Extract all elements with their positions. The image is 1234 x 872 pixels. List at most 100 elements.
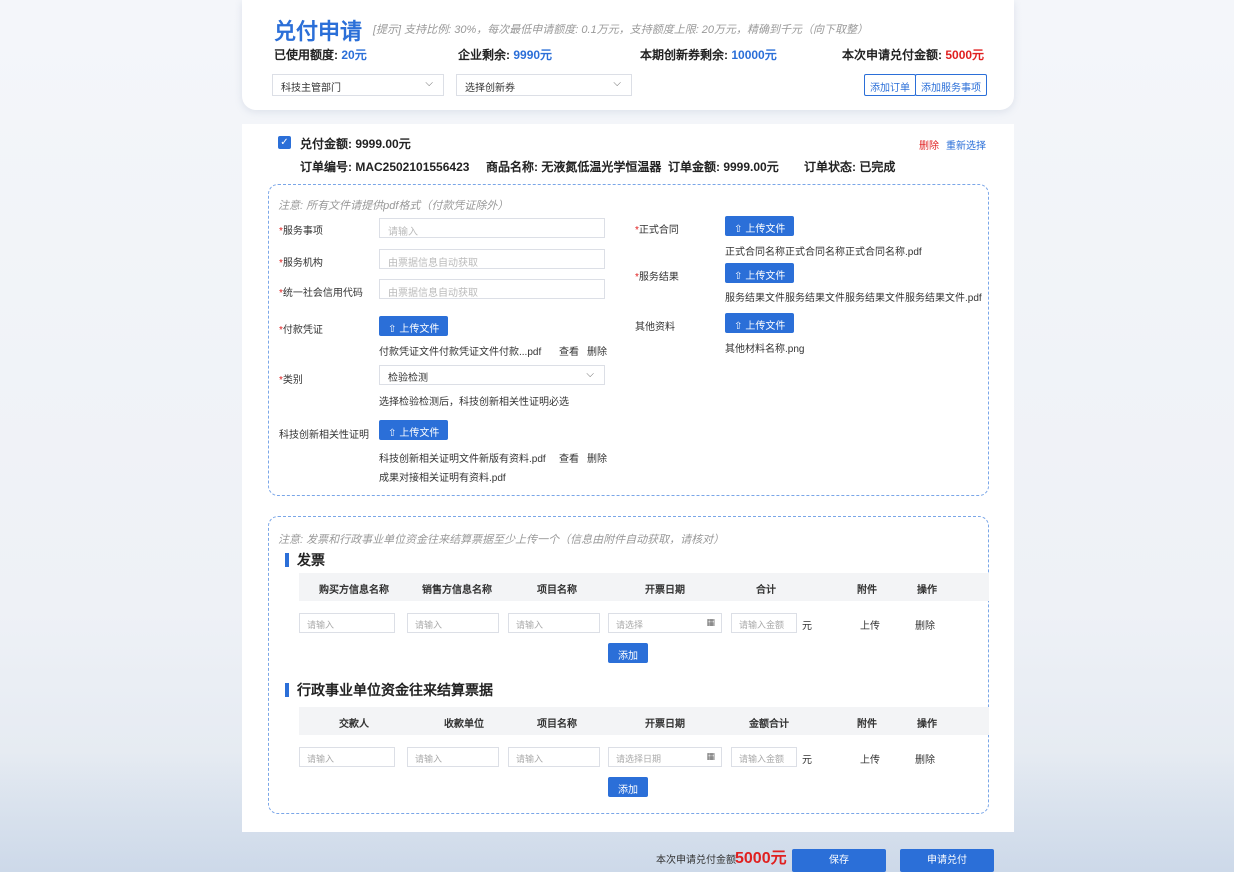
col-action: 操作	[917, 585, 937, 596]
credit-code-input[interactable]: 由票据信息自动获取	[379, 279, 605, 299]
enterprise-remain-label: 企业剩余:	[458, 48, 510, 62]
col-seller: 销售方信息名称	[422, 585, 492, 596]
col-project: 项目名称	[537, 719, 577, 730]
category-select[interactable]: 检验检测 ⌵	[379, 365, 605, 385]
payment-upload-button[interactable]: ⇧ 上传文件	[379, 316, 449, 336]
voucher-select-value: 选择创新券	[465, 83, 515, 94]
voucher-select[interactable]: 选择创新券 ⌵	[456, 74, 632, 96]
date-picker-placeholder: 请选择日期	[616, 754, 662, 764]
submit-payout-button[interactable]: 申请兑付	[900, 849, 994, 872]
invoice-delete-link[interactable]: 删除	[915, 617, 935, 632]
period-remain-value: 10000元	[731, 48, 777, 62]
category-tip: 选择检验检测后，科技创新相关性证明必选	[379, 397, 569, 408]
other-docs-label: 其他资料	[635, 322, 675, 333]
col-payer: 交款人	[339, 719, 369, 730]
col-action: 操作	[917, 719, 937, 730]
service-org-input[interactable]: 由票据信息自动获取	[379, 249, 605, 269]
upload-icon: ⇧	[388, 324, 397, 335]
innovation-delete-link[interactable]: 删除	[587, 450, 607, 465]
footer-bar: 本次申请兑付金额 5000元 保存 申请兑付	[0, 836, 1234, 872]
col-total: 合计	[756, 585, 776, 596]
col-payee: 收款单位	[444, 719, 484, 730]
used-quota-label: 已使用额度:	[274, 48, 338, 62]
reselect-order-link[interactable]: 重新选择	[946, 137, 986, 152]
dept-select[interactable]: 科技主管部门 ⌵	[272, 74, 444, 96]
period-remain-label: 本期创新券剩余:	[640, 48, 728, 62]
innovation-view-link[interactable]: 查看	[559, 450, 579, 465]
order-amount: 订单金额: 9999.00元	[668, 160, 779, 174]
contract-label: *正式合同	[635, 225, 679, 236]
category-label: *类别	[279, 375, 303, 386]
invoice-table-header: 购买方信息名称 销售方信息名称 项目名称 开票日期 合计 附件 操作	[299, 573, 989, 601]
innovation-proof-label: 科技创新相关性证明	[279, 430, 369, 441]
quota-hint: [提示] 支持比例: 30%，每次最低申请额度: 0.1万元，支持额度上限: 2…	[373, 24, 869, 36]
chevron-down-icon: ⌵	[613, 78, 621, 89]
innovation-upload-button[interactable]: ⇧ 上传文件	[379, 420, 449, 440]
col-date: 开票日期	[645, 719, 685, 730]
page-container: 兑付申请 [提示] 支持比例: 30%，每次最低申请额度: 0.1万元，支持额度…	[242, 0, 1014, 872]
invoice-add-button[interactable]: 添加	[608, 643, 648, 663]
order-status: 订单状态: 已完成	[804, 160, 896, 174]
seller-input[interactable]: 请输入	[407, 613, 499, 633]
product-name: 商品名称: 无液氮低温光学恒温器	[486, 160, 662, 174]
period-remain: 本期创新券剩余: 10000元	[640, 46, 777, 63]
result-upload-button[interactable]: ⇧ 上传文件	[725, 263, 795, 283]
service-item-input[interactable]: 请输入	[379, 218, 605, 238]
buyer-input[interactable]: 请输入	[299, 613, 395, 633]
summary-card: 兑付申请 [提示] 支持比例: 30%，每次最低申请额度: 0.1万元，支持额度…	[242, 0, 1014, 110]
checkbox-checked-icon[interactable]: ✓	[278, 136, 291, 149]
invoice-title: 发票	[285, 553, 325, 567]
payment-delete-link[interactable]: 删除	[587, 343, 607, 358]
credit-code-label: *统一社会信用代码	[279, 288, 363, 299]
date-picker[interactable]: 请选择 ▦	[608, 613, 722, 633]
upload-icon: ⇧	[734, 271, 743, 282]
total-input[interactable]: 请输入金额	[731, 613, 797, 633]
used-quota: 已使用额度: 20元	[274, 46, 367, 63]
payment-view-link[interactable]: 查看	[559, 343, 579, 358]
calendar-icon: ▦	[706, 751, 715, 761]
save-button[interactable]: 保存	[792, 849, 886, 872]
project-input[interactable]: 请输入	[508, 613, 600, 633]
delete-order-link[interactable]: 删除	[919, 137, 939, 152]
currency-unit: 元	[802, 755, 812, 766]
col-amount-total: 金额合计	[749, 719, 789, 730]
project-input[interactable]: 请输入	[508, 747, 600, 767]
chevron-down-icon: ⌵	[425, 78, 433, 89]
add-service-button[interactable]: 添加服务事项	[915, 74, 987, 96]
payee-input[interactable]: 请输入	[407, 747, 499, 767]
currency-unit: 元	[802, 621, 812, 632]
order-panel: ✓ 兑付金额: 9999.00元 删除 重新选择 订单编号: MAC250210…	[242, 124, 1014, 832]
file-upload-section: 注意: 所有文件请提供pdf格式（付款凭证除外） *服务事项 请输入 *服务机构…	[268, 184, 989, 496]
apply-amount: 本次申请兑付金额: 5000元	[842, 46, 984, 63]
receipt-delete-link[interactable]: 删除	[915, 751, 935, 766]
col-attachment: 附件	[857, 585, 877, 596]
payment-voucher-label: *付款凭证	[279, 325, 323, 336]
innovation-file-2: 成果对接相关证明有资料.pdf	[379, 473, 506, 484]
result-file-name: 服务结果文件服务结果文件服务结果文件服务结果文件.pdf	[725, 293, 982, 304]
service-item-label: *服务事项	[279, 226, 323, 237]
upload-icon: ⇧	[734, 224, 743, 235]
amount-total-input[interactable]: 请输入金额	[731, 747, 797, 767]
invoice-upload-link[interactable]: 上传	[860, 617, 880, 632]
other-upload-button[interactable]: ⇧ 上传文件	[725, 313, 795, 333]
innovation-file-1: 科技创新相关证明文件新版有资料.pdf	[379, 454, 546, 465]
date-picker[interactable]: 请选择日期 ▦	[608, 747, 722, 767]
contract-upload-button[interactable]: ⇧ 上传文件	[725, 216, 795, 236]
contract-file-name: 正式合同名称正式合同名称正式合同名称.pdf	[725, 247, 922, 258]
payer-input[interactable]: 请输入	[299, 747, 395, 767]
receipt-add-button[interactable]: 添加	[608, 777, 648, 797]
apply-amount-label: 本次申请兑付金额:	[842, 48, 942, 62]
date-picker-placeholder: 请选择	[616, 620, 644, 630]
calendar-icon: ▦	[706, 617, 715, 627]
service-org-label: *服务机构	[279, 258, 323, 269]
order-number: 订单编号: MAC2502101556423	[300, 160, 470, 174]
upload-icon: ⇧	[734, 321, 743, 332]
receipt-upload-link[interactable]: 上传	[860, 751, 880, 766]
footer-amount-value: 5000元	[735, 850, 787, 867]
add-order-button[interactable]: 添加订单	[864, 74, 916, 96]
invoice-note: 注意: 发票和行政事业单位资金往来结算票据至少上传一个（信息由附件自动获取，请核…	[278, 534, 725, 546]
enterprise-remain-value: 9990元	[513, 48, 553, 62]
page-title: 兑付申请	[274, 19, 363, 44]
service-result-label: *服务结果	[635, 272, 679, 283]
file-format-note: 注意: 所有文件请提供pdf格式（付款凭证除外）	[278, 200, 509, 212]
